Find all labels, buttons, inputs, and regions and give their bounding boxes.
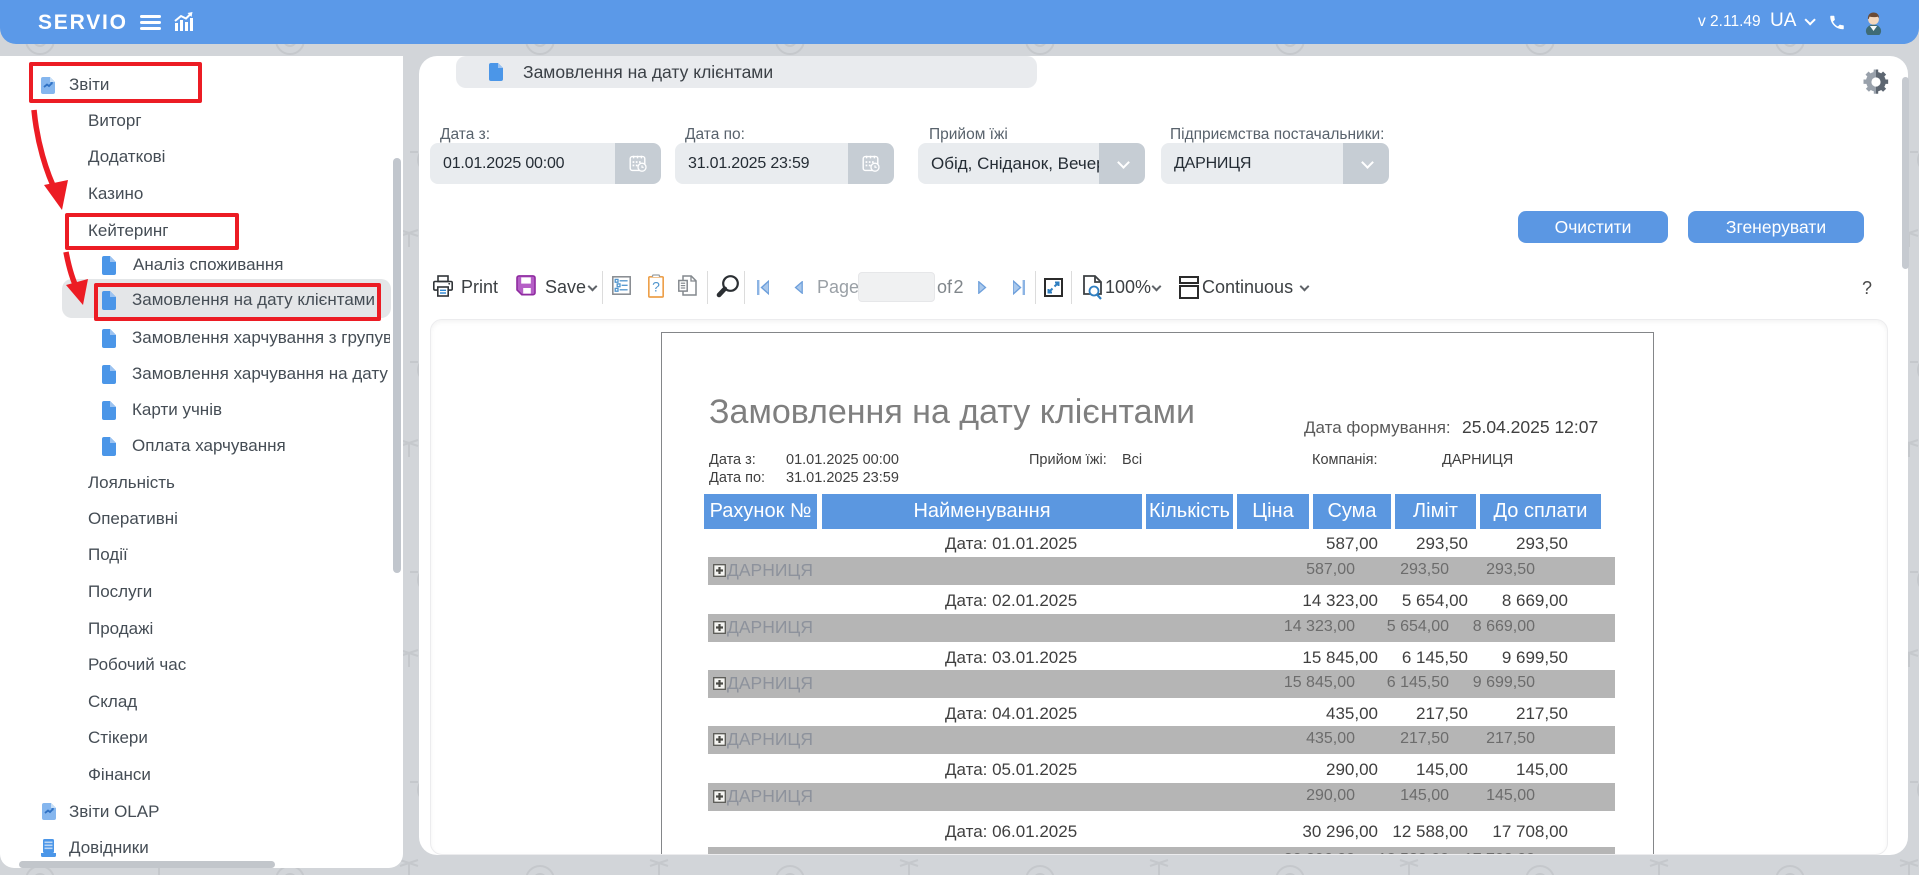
svg-text:?: ? bbox=[652, 279, 660, 295]
